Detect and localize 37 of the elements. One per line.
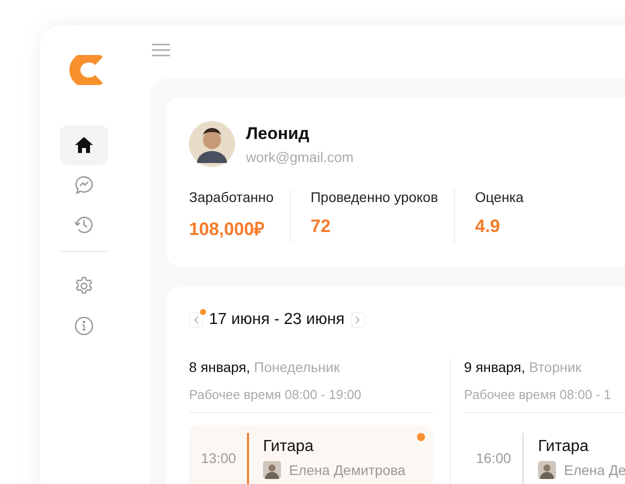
info-icon — [74, 316, 94, 336]
nav-item[interactable] — [60, 125, 108, 165]
student-name: Елена Де — [564, 462, 625, 478]
avatar — [189, 121, 235, 167]
week-range: 17 июня - 23 июня — [209, 311, 345, 329]
menu-button[interactable] — [152, 43, 170, 57]
lesson-card[interactable]: 13:00 Гитара Елена Демитрова — [189, 425, 433, 484]
lesson-time: 16:00 — [476, 450, 512, 466]
home-icon — [74, 135, 94, 155]
stat-value: 108,000₽ — [189, 218, 266, 240]
day-heading: 9 января, Вторник — [464, 359, 582, 375]
notification-dot — [417, 433, 425, 441]
lesson-time: 13:00 — [201, 450, 238, 466]
stat-value: 4.9 — [475, 216, 502, 237]
chevron-left-icon — [194, 316, 198, 324]
lesson-title: Гитара — [538, 438, 590, 456]
student-avatar — [263, 460, 281, 478]
chat-icon — [74, 175, 94, 195]
previous-button[interactable] — [189, 312, 203, 328]
user-email: work@gmail.com — [246, 148, 354, 164]
menu-icon — [152, 43, 170, 57]
chevron-right-icon — [355, 316, 360, 324]
day-heading: 8 января, Понедельник — [189, 359, 341, 375]
stat-label: Заработанно — [189, 189, 274, 205]
stat-value: 72 — [310, 216, 332, 237]
user-name: Леонид — [246, 124, 310, 144]
student-name: Елена Демитрова — [289, 462, 406, 478]
working-hours: Рабочее время 08:00 - 19:00 — [189, 387, 433, 413]
working-hours: Рабочее время 08:00 - 1 — [464, 387, 625, 413]
lesson-title: Гитара — [263, 438, 315, 456]
next-button[interactable] — [350, 312, 365, 328]
stat-label: Проведенно уроков — [310, 189, 438, 205]
history-icon — [74, 215, 94, 235]
lesson-card[interactable]: 16:00 Гитара Елена Де — [464, 425, 625, 484]
settings-icon — [74, 276, 94, 296]
stat-label: Оценка — [475, 189, 524, 205]
student-avatar — [538, 460, 556, 478]
